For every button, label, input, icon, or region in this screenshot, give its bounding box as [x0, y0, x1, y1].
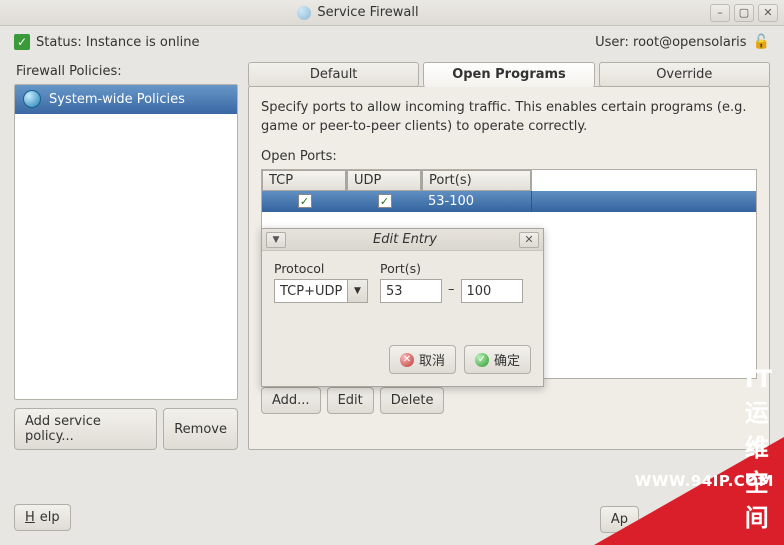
window-controls: – ▢ ✕ — [710, 4, 778, 22]
status-left: ✓ Status: Instance is online — [14, 34, 200, 50]
policy-item-label: System-wide Policies — [49, 92, 185, 107]
port-to-input[interactable] — [461, 279, 523, 303]
tab-default[interactable]: Default — [248, 62, 419, 87]
protocol-label: Protocol — [274, 261, 368, 276]
dropdown-menu-button[interactable]: ▼ — [266, 232, 286, 248]
policy-list[interactable]: System-wide Policies — [14, 84, 238, 400]
table-header: TCP UDP Port(s) — [262, 170, 756, 191]
left-column: Firewall Policies: System-wide Policies … — [14, 60, 238, 450]
delete-port-button[interactable]: Delete — [380, 387, 445, 414]
cancel-icon: ✕ — [400, 353, 414, 367]
port-from-input[interactable] — [380, 279, 442, 303]
remove-policy-button: Remove — [163, 408, 238, 450]
table-row[interactable]: ✓ ✓ 53-100 — [262, 191, 756, 212]
column-udp[interactable]: UDP — [347, 170, 422, 191]
column-ports[interactable]: Port(s) — [422, 170, 532, 191]
close-button[interactable]: ✕ — [758, 4, 778, 22]
checkbox-udp[interactable]: ✓ — [378, 194, 392, 208]
cell-tcp: ✓ — [262, 191, 347, 212]
left-buttons: Add service policy... Remove — [14, 408, 238, 450]
protocol-field-group: Protocol ▼ — [274, 261, 368, 303]
open-ports-label: Open Ports: — [261, 149, 757, 164]
globe-icon — [23, 90, 41, 108]
maximize-button[interactable]: ▢ — [734, 4, 754, 22]
ports-inputs: – — [380, 279, 523, 303]
policy-item-system-wide[interactable]: System-wide Policies — [15, 85, 237, 114]
cell-ports: 53-100 — [422, 191, 532, 212]
window-title-text: Service Firewall — [317, 5, 418, 20]
ok-icon: ✓ — [475, 353, 489, 367]
protocol-select[interactable]: ▼ — [274, 279, 368, 303]
cancel-button[interactable]: ✕ 取消 — [389, 345, 456, 374]
ok-button[interactable]: ✓ 确定 — [464, 345, 531, 374]
edit-entry-title: Edit Entry — [286, 232, 519, 247]
checkbox-tcp[interactable]: ✓ — [298, 194, 312, 208]
panel-description: Specify ports to allow incoming traffic.… — [261, 99, 757, 137]
status-text: Status: Instance is online — [36, 35, 200, 50]
edit-entry-titlebar: ▼ Edit Entry ✕ — [262, 229, 543, 251]
chevron-down-icon[interactable]: ▼ — [348, 279, 368, 303]
add-service-policy-button[interactable]: Add service policy... — [14, 408, 157, 450]
port-range-dash: – — [442, 282, 461, 301]
tabs: Default Open Programs Override — [248, 62, 770, 87]
tab-override[interactable]: Override — [599, 62, 770, 87]
protocol-input[interactable] — [274, 279, 348, 303]
cell-udp: ✓ — [347, 191, 422, 212]
policies-heading: Firewall Policies: — [14, 60, 238, 84]
edit-entry-close-button[interactable]: ✕ — [519, 232, 539, 248]
edit-port-button[interactable]: Edit — [327, 387, 374, 414]
watermark-text: IT运维空间 — [745, 365, 774, 533]
window-title: Service Firewall — [6, 5, 710, 20]
column-tcp[interactable]: TCP — [262, 170, 347, 191]
status-ok-icon: ✓ — [14, 34, 30, 50]
ports-label: Port(s) — [380, 261, 523, 276]
unlock-icon[interactable]: 🔓 — [753, 34, 770, 50]
globe-icon — [297, 6, 311, 20]
tab-open-programs[interactable]: Open Programs — [423, 62, 594, 87]
status-right: User: root@opensolaris 🔓 — [595, 34, 770, 50]
titlebar: Service Firewall – ▢ ✕ — [0, 0, 784, 26]
ports-field-group: Port(s) – — [380, 261, 523, 303]
minimize-button[interactable]: – — [710, 4, 730, 22]
help-label: H — [25, 510, 35, 525]
user-text: User: root@opensolaris — [595, 35, 746, 50]
edit-entry-dialog: ▼ Edit Entry ✕ Protocol ▼ Port(s) – — [261, 228, 544, 387]
add-port-button[interactable]: Add... — [261, 387, 321, 414]
panel-buttons: Add... Edit Delete — [261, 387, 757, 414]
help-button[interactable]: Help — [14, 504, 71, 531]
edit-entry-buttons: ✕ 取消 ✓ 确定 — [274, 345, 531, 374]
edit-entry-body: Protocol ▼ Port(s) – ✕ 取消 ✓ — [262, 251, 543, 386]
status-row: ✓ Status: Instance is online User: root@… — [0, 26, 784, 60]
edit-fields: Protocol ▼ Port(s) – — [274, 261, 531, 303]
